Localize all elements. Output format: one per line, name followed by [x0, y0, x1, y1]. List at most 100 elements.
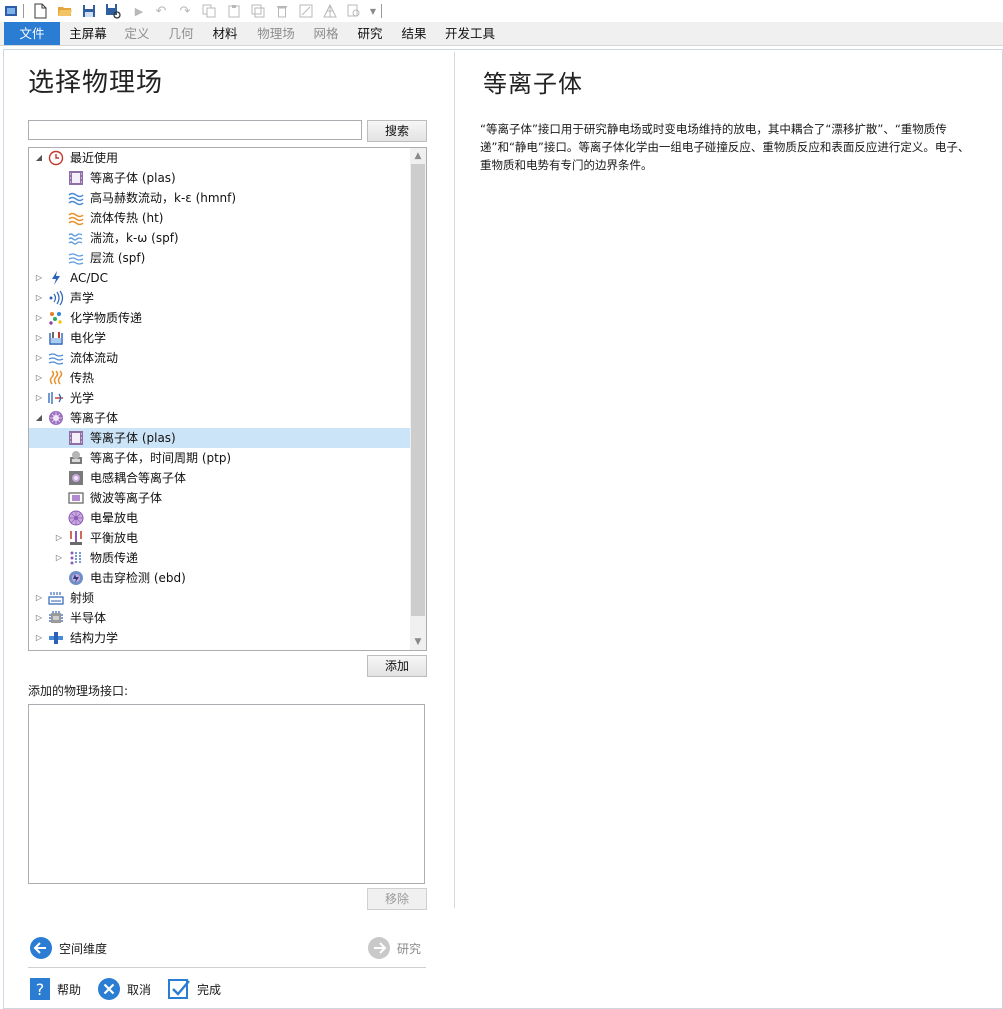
- tab-materials[interactable]: 材料: [207, 22, 243, 45]
- collapsed-triangle-icon[interactable]: ▷: [34, 628, 44, 648]
- zoom-icon[interactable]: [345, 2, 363, 20]
- build-all-icon[interactable]: [297, 2, 315, 20]
- scroll-up-icon[interactable]: ▲: [410, 148, 426, 164]
- tree-item[interactable]: ▷ 传热: [29, 368, 411, 388]
- run-icon[interactable]: ▶: [130, 2, 148, 20]
- tree-item[interactable]: 流体传热 (ht): [29, 208, 411, 228]
- tree-item[interactable]: ▷ 半导体: [29, 608, 411, 628]
- tree-item[interactable]: ▷ 声学: [29, 288, 411, 308]
- open-folder-icon[interactable]: [56, 2, 74, 20]
- help-button[interactable]: ? 帮助: [29, 977, 81, 1001]
- mesh-icon[interactable]: [321, 2, 339, 20]
- electrochemistry-icon: [49, 332, 63, 345]
- tree-item[interactable]: 电感耦合等离子体: [29, 468, 411, 488]
- tree-item-label: 层流 (spf): [90, 251, 146, 265]
- collapsed-triangle-icon[interactable]: ▷: [34, 288, 44, 308]
- tree-item[interactable]: ▷ 光学: [29, 388, 411, 408]
- tree-item[interactable]: 湍流，k-ω (spf): [29, 228, 411, 248]
- delete-icon[interactable]: [273, 2, 291, 20]
- remove-button[interactable]: 移除: [367, 888, 427, 910]
- species-transport-icon: [70, 551, 81, 565]
- tree-item[interactable]: 电晕放电: [29, 508, 411, 528]
- tab-physics[interactable]: 物理场: [252, 22, 300, 45]
- tree-item[interactable]: ◢ 等离子体: [29, 408, 411, 428]
- expanded-triangle-icon[interactable]: ◢: [34, 148, 44, 168]
- tree-item[interactable]: ▷ 流体流动: [29, 348, 411, 368]
- tree-item[interactable]: ▷ AC/DC: [29, 268, 411, 288]
- next-button-label: 研究: [397, 941, 422, 956]
- tree-item[interactable]: 高马赫数流动，k-ε (hmnf): [29, 188, 411, 208]
- plasma-time-periodic-icon: [70, 451, 82, 464]
- done-button[interactable]: 完成: [167, 977, 221, 1001]
- added-interfaces-list[interactable]: [28, 704, 425, 884]
- tab-developer[interactable]: 开发工具: [441, 22, 499, 45]
- tree-item[interactable]: 电击穿检测 (ebd): [29, 568, 411, 588]
- tree-item[interactable]: 等离子体，时间周期 (ptp): [29, 448, 411, 468]
- tab-results[interactable]: 结果: [396, 22, 432, 45]
- tree-item[interactable]: ▷ 物质传递: [29, 548, 411, 568]
- tree-item[interactable]: ▷ 平衡放电: [29, 528, 411, 548]
- duplicate-icon[interactable]: [249, 2, 267, 20]
- tree-item[interactable]: ▷ 射频: [29, 588, 411, 608]
- structural-mechanics-icon: [49, 632, 63, 644]
- search-button[interactable]: 搜索: [367, 120, 427, 142]
- collapsed-triangle-icon[interactable]: ▷: [34, 388, 44, 408]
- tree-item-label: 电晕放电: [90, 511, 139, 525]
- tab-home[interactable]: 主屏幕: [64, 22, 112, 45]
- save-as-icon[interactable]: [104, 2, 122, 20]
- app-logo-icon[interactable]: [2, 2, 20, 20]
- cancel-icon: [98, 978, 120, 1000]
- tree-item[interactable]: ▷ 电化学: [29, 328, 411, 348]
- search-input[interactable]: [28, 120, 362, 140]
- collapsed-triangle-icon[interactable]: ▷: [34, 608, 44, 628]
- collapsed-triangle-icon[interactable]: ▷: [54, 548, 64, 568]
- inductively-coupled-plasma-icon: [69, 471, 83, 485]
- quick-access-toolbar: ▶ ↶ ↷ ▼: [0, 0, 1003, 22]
- add-button[interactable]: 添加: [367, 655, 427, 677]
- copy-icon[interactable]: [200, 2, 218, 20]
- help-label: 帮助: [57, 982, 82, 997]
- undo-icon[interactable]: ↶: [152, 2, 170, 20]
- paste-icon[interactable]: [225, 2, 243, 20]
- scrollbar-thumb[interactable]: [411, 164, 425, 616]
- collapsed-triangle-icon[interactable]: ▷: [34, 348, 44, 368]
- tree-scrollbar[interactable]: ▲ ▼: [410, 148, 426, 650]
- tree-item[interactable]: ◢ 最近使用: [29, 148, 411, 168]
- tree-item[interactable]: 微波等离子体: [29, 488, 411, 508]
- tab-file[interactable]: 文件: [4, 22, 60, 45]
- tab-mesh[interactable]: 网格: [308, 22, 344, 45]
- tree-item-label: 光学: [70, 391, 95, 405]
- high-mach-flow-icon: [68, 192, 84, 206]
- expanded-triangle-icon[interactable]: ◢: [34, 408, 44, 428]
- collapsed-triangle-icon[interactable]: ▷: [34, 268, 44, 288]
- collapsed-triangle-icon[interactable]: ▷: [34, 328, 44, 348]
- tree-item[interactable]: 等离子体 (plas): [29, 168, 411, 188]
- tree-item[interactable]: 层流 (spf): [29, 248, 411, 268]
- collapsed-triangle-icon[interactable]: ▷: [34, 368, 44, 388]
- collapsed-triangle-icon[interactable]: ▷: [54, 528, 64, 548]
- toolbar-separator: [381, 4, 382, 18]
- tab-definitions[interactable]: 定义: [119, 22, 155, 45]
- tree-item[interactable]: ▷ 化学物质传递: [29, 308, 411, 328]
- electrical-breakdown-icon: [69, 571, 83, 585]
- redo-icon[interactable]: ↷: [176, 2, 194, 20]
- equilibrium-discharge-icon: [70, 531, 82, 545]
- new-file-icon[interactable]: [31, 2, 49, 20]
- collapsed-triangle-icon[interactable]: ▷: [34, 308, 44, 328]
- semiconductor-icon: [49, 611, 63, 623]
- next-button[interactable]: 研究: [367, 936, 421, 960]
- scroll-down-icon[interactable]: ▼: [410, 634, 426, 650]
- back-button[interactable]: 空间维度: [29, 936, 107, 960]
- tab-study[interactable]: 研究: [352, 22, 388, 45]
- fluid-flow-icon: [48, 353, 64, 365]
- tree-item-label: 电化学: [70, 331, 107, 345]
- collapsed-triangle-icon[interactable]: ▷: [34, 588, 44, 608]
- save-icon[interactable]: [80, 2, 98, 20]
- tree-item-label: 平衡放电: [90, 531, 139, 545]
- arrow-left-circle-icon: [30, 937, 52, 959]
- tree-item[interactable]: 等离子体 (plas): [29, 428, 411, 448]
- tab-geometry[interactable]: 几何: [163, 22, 199, 45]
- cancel-button[interactable]: 取消: [97, 977, 151, 1001]
- customize-dropdown-icon[interactable]: ▼: [364, 2, 382, 20]
- tree-item[interactable]: ▷ 结构力学: [29, 628, 411, 648]
